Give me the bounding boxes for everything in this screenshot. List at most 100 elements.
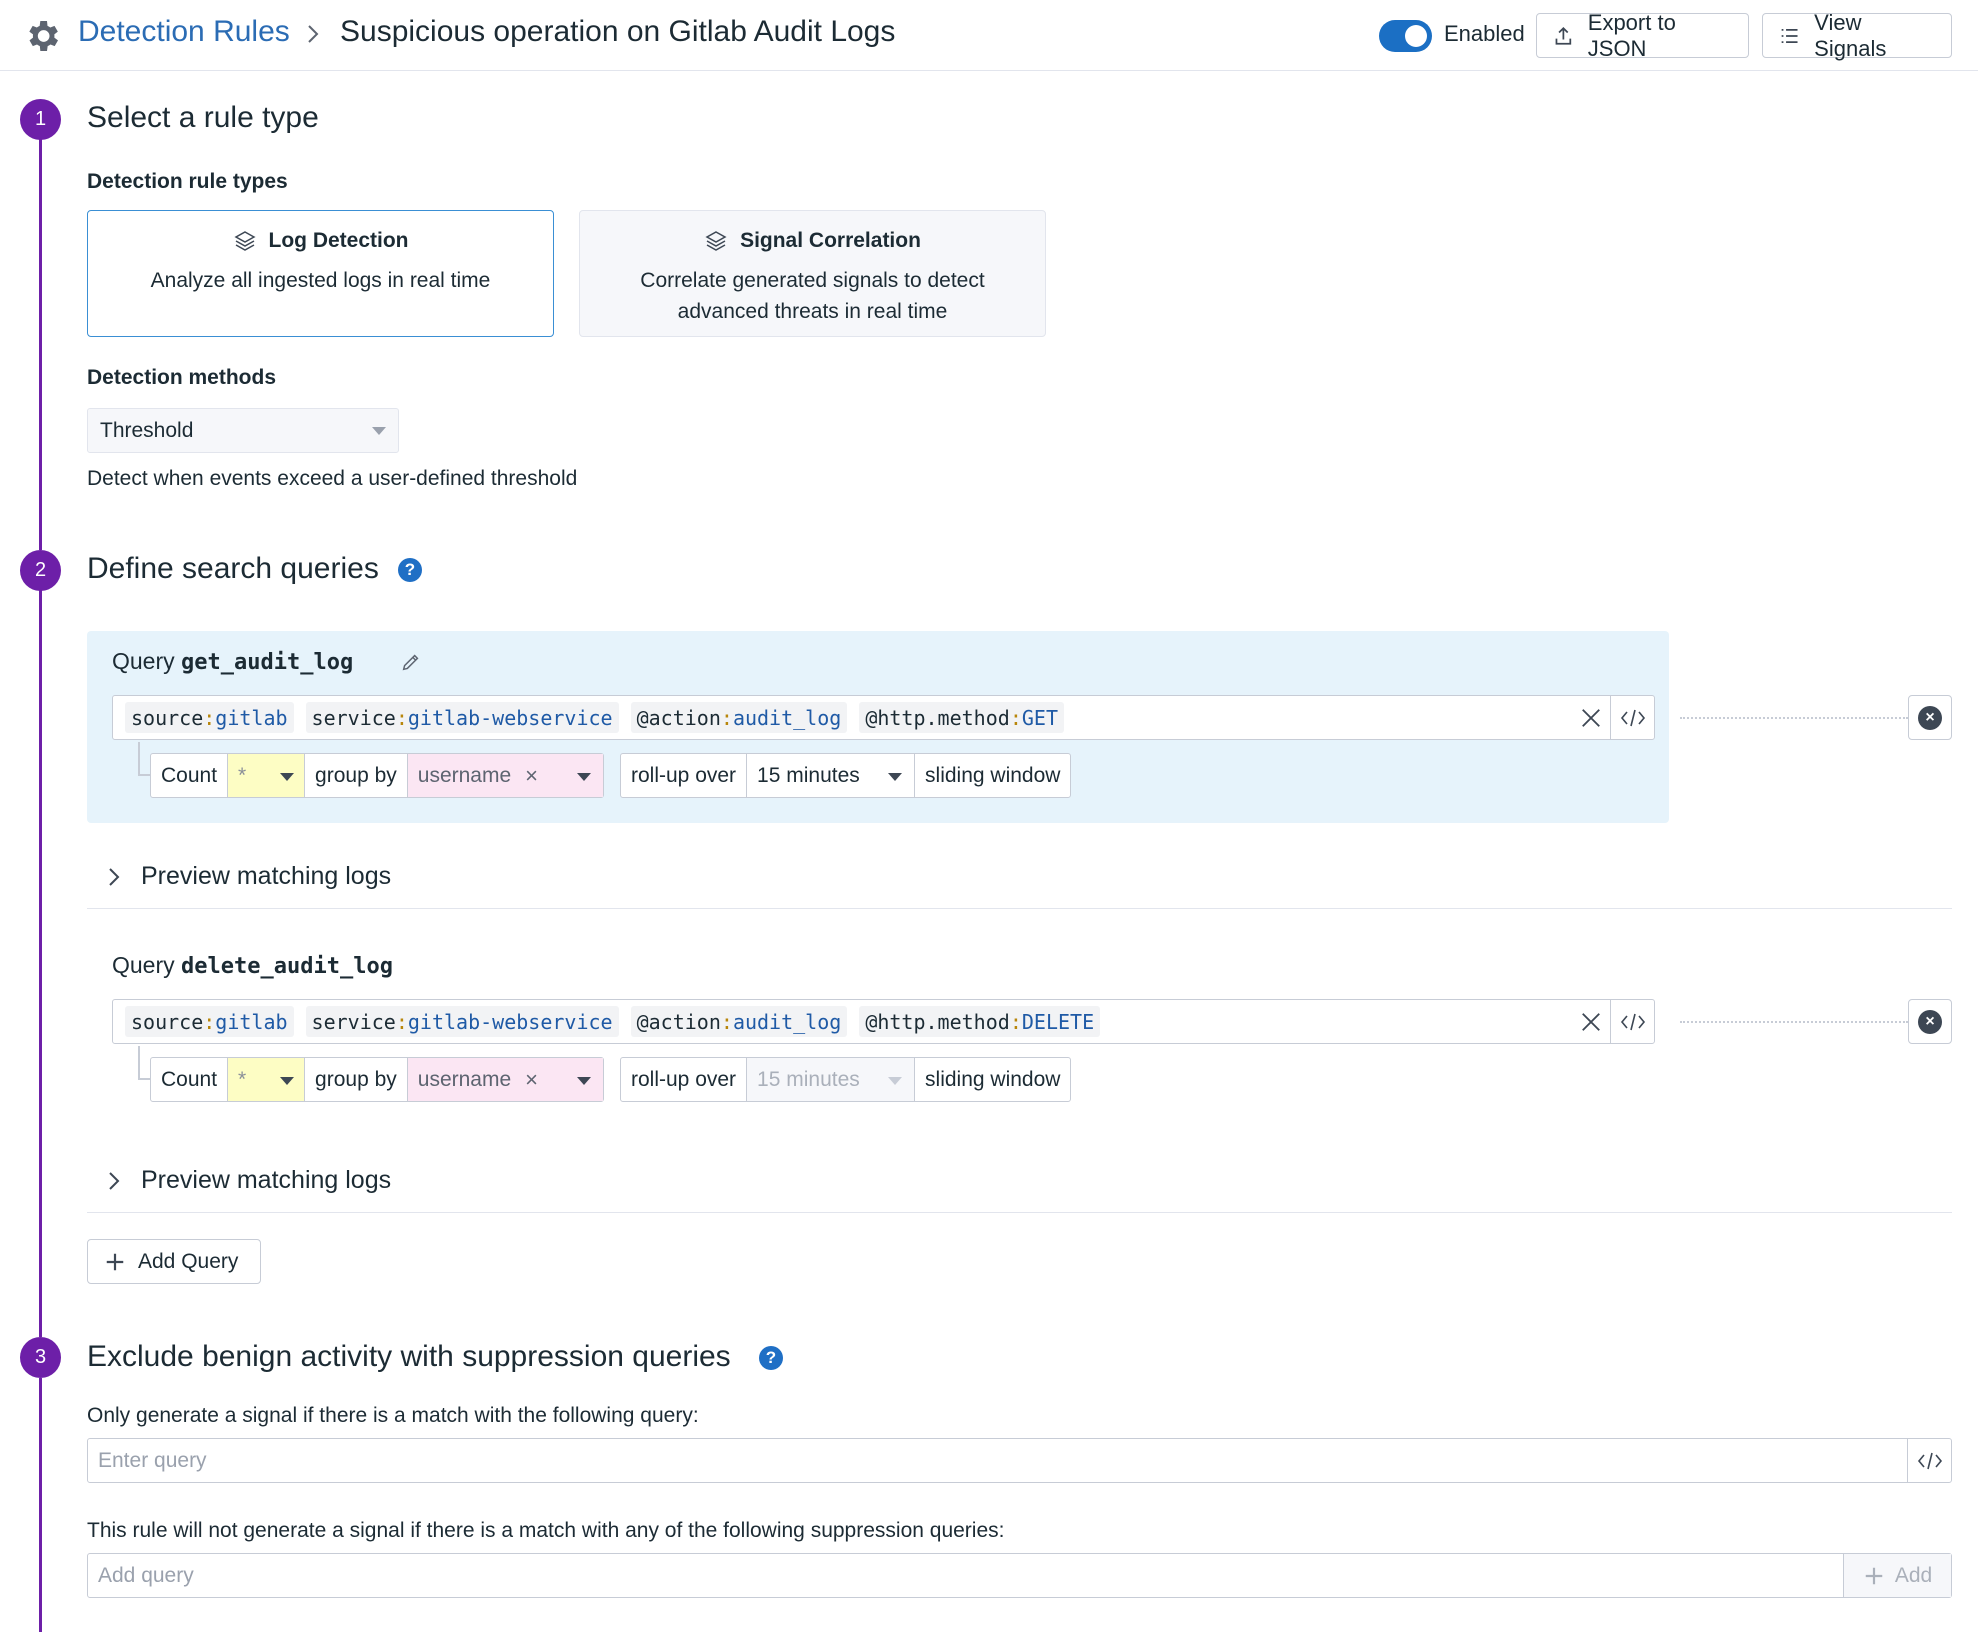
plus-icon [1865,1567,1883,1584]
card-description: Analyze all ingested logs in real time [150,269,491,292]
rollup-window-select[interactable]: 15 minutes [747,754,916,797]
view-signals-label: View Signals [1814,9,1887,61]
pencil-icon[interactable] [400,651,422,673]
upload-icon [1555,26,1572,45]
query-token[interactable]: @http.method: DELETE [859,1006,1101,1037]
help-icon[interactable]: ? [759,1346,783,1370]
caret-down-icon [576,773,591,781]
rollup-label: roll-up over [621,754,748,797]
divider [1680,1021,1908,1023]
detection-method-select[interactable]: Threshold [87,408,399,453]
clear-icon[interactable] [1580,1011,1602,1033]
measure-select[interactable]: * [228,1058,306,1101]
gear-icon[interactable] [22,16,62,56]
enabled-label: Enabled [1444,21,1525,46]
layers-icon [233,231,256,251]
count-label: Count [151,754,229,797]
count-label: Count [151,1058,229,1101]
sliding-window-label: sliding window [925,1067,1061,1091]
query-name-1: Query get_audit_log [112,648,354,675]
group-by-label: group by [305,754,408,797]
step-1-badge: 1 [20,99,61,140]
only-generate-label: Only generate a signal if there is a mat… [87,1404,699,1427]
suppression-label: This rule will not generate a signal if … [87,1519,1005,1542]
caret-down-icon [888,773,903,781]
query-token[interactable]: service: gitlab-webservice [305,702,619,733]
query-name-value: get_audit_log [181,650,354,675]
query-token[interactable]: @http.method: GET [859,702,1064,733]
view-signals-button[interactable]: View Signals [1762,10,1952,61]
query-name-value: delete_audit_log [181,954,393,979]
card-description: Correlate generated signals to detect ad… [640,269,985,323]
code-view-button[interactable] [1907,1439,1951,1482]
rule-types-label: Detection rule types [87,170,288,193]
chevron-right-icon [109,867,120,886]
group-by-select[interactable]: username × [407,1058,603,1101]
enabled-toggle[interactable] [1379,20,1432,52]
chevron-right-icon [308,25,319,43]
divider [1680,717,1908,719]
breadcrumb-detection-rules[interactable]: Detection Rules [78,15,290,49]
close-circle-icon: × [1918,705,1942,730]
suppression-query-input[interactable] [88,1554,1951,1597]
chevron-right-icon [109,1171,120,1190]
only-query-field[interactable] [87,1438,1952,1483]
help-icon[interactable]: ? [398,558,422,582]
step-1-title: Select a rule type [87,101,319,134]
query-search-bar-2[interactable]: source: gitlab service: gitlab-webservice … [112,999,1655,1044]
card-title: Log Detection [268,229,409,252]
export-json-label: Export to JSON [1587,9,1676,61]
query-token[interactable]: source: gitlab [125,1006,294,1037]
preview-toggle-2[interactable]: Preview matching logs [107,1166,391,1195]
query-token[interactable]: @action: audit_log [630,702,848,733]
query-token[interactable]: source: gitlab [125,702,294,733]
timeline-line-3 [39,1378,42,1632]
aggregation-group-1: Count * group by username × [150,753,604,798]
group-by-select[interactable]: username × [407,754,603,797]
query-search-bar-1[interactable]: source: gitlab service: gitlab-webservice … [112,695,1655,740]
query-name-2: Query delete_audit_log [112,952,393,979]
card-signal-correlation[interactable]: Signal Correlation Correlate generated s… [579,210,1046,337]
add-suppression-button[interactable]: Add [1843,1554,1951,1597]
remove-tag-icon[interactable]: × [525,763,538,789]
code-icon [1620,709,1645,726]
query-token[interactable]: service: gitlab-webservice [305,1006,619,1037]
group-by-label: group by [305,1058,408,1101]
caret-down-icon [280,1077,295,1085]
rollup-window-select-disabled: 15 minutes [747,1058,916,1101]
query-token[interactable]: @action: audit_log [630,1006,848,1037]
only-query-input[interactable] [88,1439,1951,1482]
step-2-title: Define search queries [87,552,379,585]
caret-down-icon [372,427,386,435]
code-icon [1917,1452,1942,1469]
step-3-title: Exclude benign activity with suppression… [87,1340,731,1373]
preview-toggle-1[interactable]: Preview matching logs [107,862,391,891]
rollup-group-2: roll-up over 15 minutes sliding window [620,1057,1072,1102]
remove-tag-icon[interactable]: × [525,1067,538,1093]
sliding-window-label: sliding window [925,763,1061,787]
page-header: Detection Rules Suspicious operation on … [0,0,1978,71]
rollup-group-1: roll-up over 15 minutes sliding window [620,753,1072,798]
detection-method-description: Detect when events exceed a user-defined… [87,467,578,490]
step-2-badge: 2 [20,550,61,591]
code-view-button[interactable] [1610,1000,1654,1043]
timeline-line-2 [39,571,42,1337]
detection-methods-label: Detection methods [87,366,277,389]
remove-query-button[interactable]: × [1908,999,1952,1044]
add-query-button[interactable]: Add Query [87,1239,261,1284]
export-json-button[interactable]: Export to JSON [1536,10,1749,61]
detection-method-value: Threshold [100,419,194,442]
remove-query-button[interactable]: × [1908,695,1952,740]
aggregation-group-2: Count * group by username × [150,1057,604,1102]
measure-select[interactable]: * [228,754,306,797]
list-icon [1781,28,1798,43]
card-log-detection[interactable]: Log Detection Analyze all ingested logs … [87,210,554,337]
card-title: Signal Correlation [740,229,921,252]
suppression-query-field[interactable]: Add [87,1553,1952,1598]
step-3-badge: 3 [20,1337,61,1378]
caret-down-icon [280,773,295,781]
code-view-button[interactable] [1610,696,1654,739]
timeline-line-1 [39,120,42,550]
plus-icon [106,1253,124,1270]
clear-icon[interactable] [1580,707,1602,729]
